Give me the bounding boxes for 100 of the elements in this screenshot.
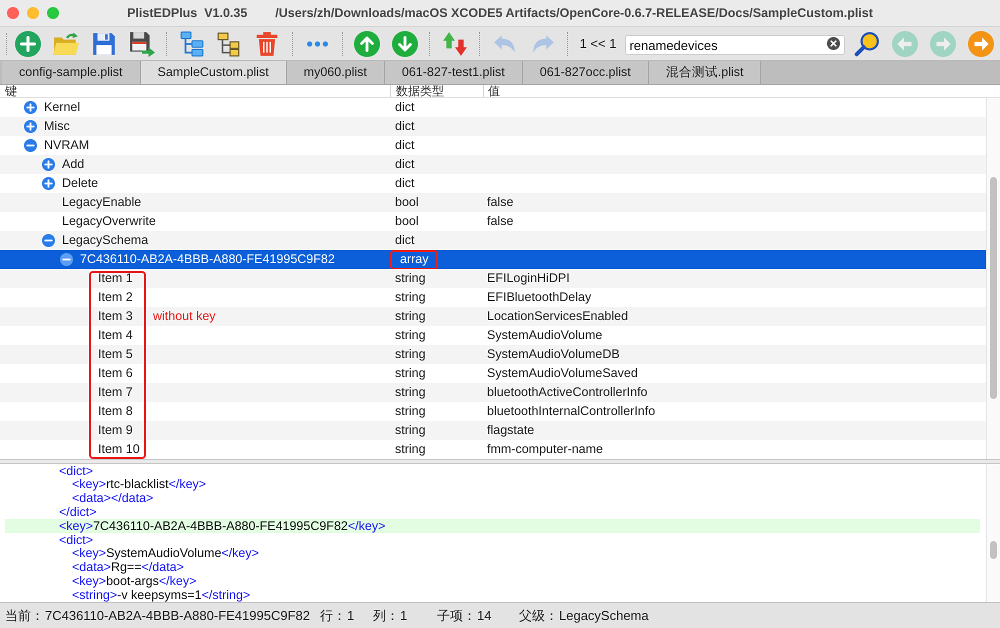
type-text: string	[395, 270, 426, 288]
value-text: false	[487, 213, 514, 230]
code-line: <string>-v keepsyms=1</string>	[72, 588, 250, 604]
up-down-arrows-icon	[442, 30, 468, 56]
status-value: 1	[347, 606, 354, 625]
floppy-arrow-icon	[128, 30, 155, 56]
clear-button[interactable]	[826, 36, 840, 50]
value-text: flagstate	[487, 422, 534, 440]
key-text: Item 4	[98, 327, 133, 344]
plus-circle-icon[interactable]	[24, 101, 37, 114]
type-text: string	[395, 308, 426, 326]
tree-row[interactable]: Item 1 string EFILoginHiDPI	[0, 269, 986, 288]
type-text: dict	[395, 175, 414, 192]
status-value: LegacySchema	[559, 606, 649, 625]
file-tab[interactable]: 061-827-test1.plist	[384, 61, 523, 84]
key-text: Item 10	[98, 441, 140, 458]
scrollbar-thumb[interactable]	[990, 177, 997, 399]
type-text: bool	[395, 194, 419, 212]
key-text: Item 7	[98, 384, 133, 402]
key-text: Kernel	[44, 99, 80, 116]
tree-row[interactable]: Add dict	[0, 155, 986, 174]
key-text: Item 6	[98, 365, 133, 382]
tree-row[interactable]: Item 5 string SystemAudioVolumeDB	[0, 345, 986, 364]
code-line: <dict>	[59, 532, 94, 548]
file-tab[interactable]: config-sample.plist	[2, 61, 141, 84]
type-text: string	[395, 327, 426, 344]
value-text: false	[487, 194, 514, 212]
status-label: 子项：	[437, 606, 476, 625]
file-path: /Users/zh/Downloads/macOS XCODE5 Artifacts/OpenCore-0.6.7-RELEASE/Docs/SampleCustom.plist	[275, 4, 873, 22]
plus-circle-icon	[14, 30, 41, 56]
code-line: <dict>	[59, 462, 94, 479]
status-value: 1	[400, 606, 408, 625]
close-button[interactable]	[7, 7, 19, 19]
key-text: Add	[62, 156, 84, 174]
key-text: Item 1	[98, 270, 133, 288]
tree-row[interactable]: Item 7 string bluetoothActiveControllerInfo	[0, 383, 986, 402]
value-text: EFIBluetoothDelay	[487, 289, 592, 306]
type-text: string	[395, 384, 426, 402]
type-text: array	[400, 251, 428, 268]
column-header[interactable]: 键	[0, 85, 390, 97]
type-text: dict	[395, 232, 414, 250]
key-text: Item 9	[98, 422, 133, 440]
value-text: fmm-computer-name	[487, 441, 603, 458]
code-line: <key>rtc-blacklist</key>	[72, 476, 206, 493]
trash-icon	[254, 30, 280, 56]
folder-tree-icon	[216, 30, 242, 56]
status-label: 行：	[320, 606, 346, 625]
type-text: dict	[395, 137, 414, 154]
tree-row[interactable]: 7C436110-AB2A-4BBB-A880-FE41995C9F82 array	[0, 250, 986, 269]
toolbar-button[interactable]	[440, 30, 469, 58]
key-text: LegacySchema	[62, 232, 148, 250]
minus-circle-icon[interactable]	[24, 139, 37, 152]
dots-icon	[306, 40, 328, 46]
toolbar-button[interactable]	[852, 30, 881, 58]
column-header[interactable]: 值	[483, 85, 1000, 97]
search-icon	[854, 30, 880, 56]
key-text: Misc	[44, 118, 70, 136]
toolbar-button[interactable]	[178, 30, 206, 58]
file-tab[interactable]: my060.plist	[286, 61, 385, 84]
hierarchy-icon	[178, 30, 205, 56]
file-tab[interactable]: 061-827occ.plist	[522, 61, 649, 84]
value-text: SystemAudioVolumeSaved	[487, 365, 638, 382]
plus-circle-icon[interactable]	[42, 177, 55, 190]
tree-row[interactable]: LegacyEnable bool false	[0, 193, 986, 212]
type-text: dict	[395, 99, 414, 116]
status-value: 14	[477, 606, 492, 625]
type-text: string	[395, 346, 426, 364]
file-tab[interactable]: SampleCustom.plist	[140, 61, 287, 84]
plus-circle-icon[interactable]	[42, 158, 55, 171]
key-text: 7C436110-AB2A-4BBB-A880-FE41995C9F82	[80, 251, 335, 268]
tree-row[interactable]: Misc dict	[0, 117, 986, 136]
folder-arrow-icon	[52, 30, 79, 56]
code-line: <data>Rg==</data>	[72, 560, 184, 576]
key-text: Item 2	[98, 289, 133, 306]
minus-circle-icon[interactable]	[60, 253, 73, 266]
minus-circle-icon[interactable]	[42, 234, 55, 247]
column-header[interactable]: 数据类型	[390, 85, 483, 97]
status-label: 列：	[373, 606, 399, 625]
plus-circle-icon[interactable]	[24, 120, 37, 133]
tree-row[interactable]: LegacySchema dict	[0, 231, 986, 250]
match-counter: 1 << 1	[580, 34, 616, 53]
search-field[interactable]: renamedevices	[625, 35, 845, 55]
tree-row[interactable]: Item 9 string flagstate	[0, 421, 986, 440]
key-text: Item 5	[98, 346, 133, 364]
key-text: LegacyOverwrite	[62, 213, 156, 230]
status-value: 7C436110-AB2A-4BBB-A880-FE41995C9F82	[45, 606, 310, 625]
type-text: string	[395, 441, 426, 458]
file-tab[interactable]: 混合测试.plist	[648, 61, 762, 84]
type-text: string	[395, 422, 426, 440]
type-text: string	[395, 365, 426, 382]
value-text: bluetoothActiveControllerInfo	[487, 384, 648, 402]
value-text: EFILoginHiDPI	[487, 270, 570, 288]
scrollbar-thumb[interactable]	[990, 541, 997, 559]
code-line: <key>SystemAudioVolume</key>	[72, 545, 259, 562]
toolbar-button[interactable]	[128, 30, 156, 58]
key-text: Item 8	[98, 403, 133, 420]
zoom-button[interactable]	[47, 7, 59, 19]
value-text: SystemAudioVolumeDB	[487, 346, 620, 364]
window-title: PlistEDPlus V1.0.35	[127, 4, 248, 22]
value-text: SystemAudioVolume	[487, 327, 602, 344]
